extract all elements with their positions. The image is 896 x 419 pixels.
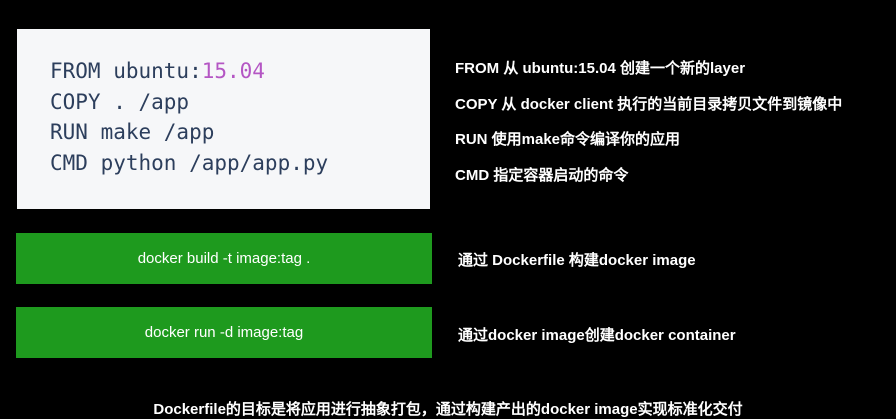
build-command-label: docker build -t image:tag .	[137, 250, 311, 267]
dockerfile-code-block: FROM ubuntu:15.04 COPY . /app RUN make /…	[17, 29, 430, 209]
run-command-desc: 通过docker image创建docker container	[458, 327, 736, 344]
build-command-box: docker build -t image:tag .	[16, 233, 432, 284]
code-line-from: FROM ubuntu:15.04	[50, 56, 430, 87]
code-version-number: 15.04	[201, 59, 265, 83]
code-line-cmd: CMD python /app/app.py	[50, 150, 329, 175]
build-command-desc: 通过 Dockerfile 构建docker image	[458, 252, 696, 269]
code-line-copy: COPY . /app	[50, 89, 190, 114]
desc-copy: COPY 从 docker client 执行的当前目录拷贝文件到镜像中	[455, 96, 843, 113]
desc-run: RUN 使用make命令编译你的应用	[455, 131, 681, 148]
run-command-label: docker run -d image:tag	[144, 324, 304, 341]
footer-summary: Dockerfile的目标是将应用进行抽象打包，通过构建产出的docker im…	[153, 401, 743, 418]
code-line-run: RUN make /app	[50, 120, 215, 144]
desc-from: FROM 从 ubuntu:15.04 创建一个新的layer	[455, 60, 746, 77]
desc-cmd: CMD 指定容器启动的命令	[455, 167, 629, 184]
run-command-box: docker run -d image:tag	[16, 307, 432, 358]
code-text: FROM ubuntu:	[50, 59, 202, 83]
